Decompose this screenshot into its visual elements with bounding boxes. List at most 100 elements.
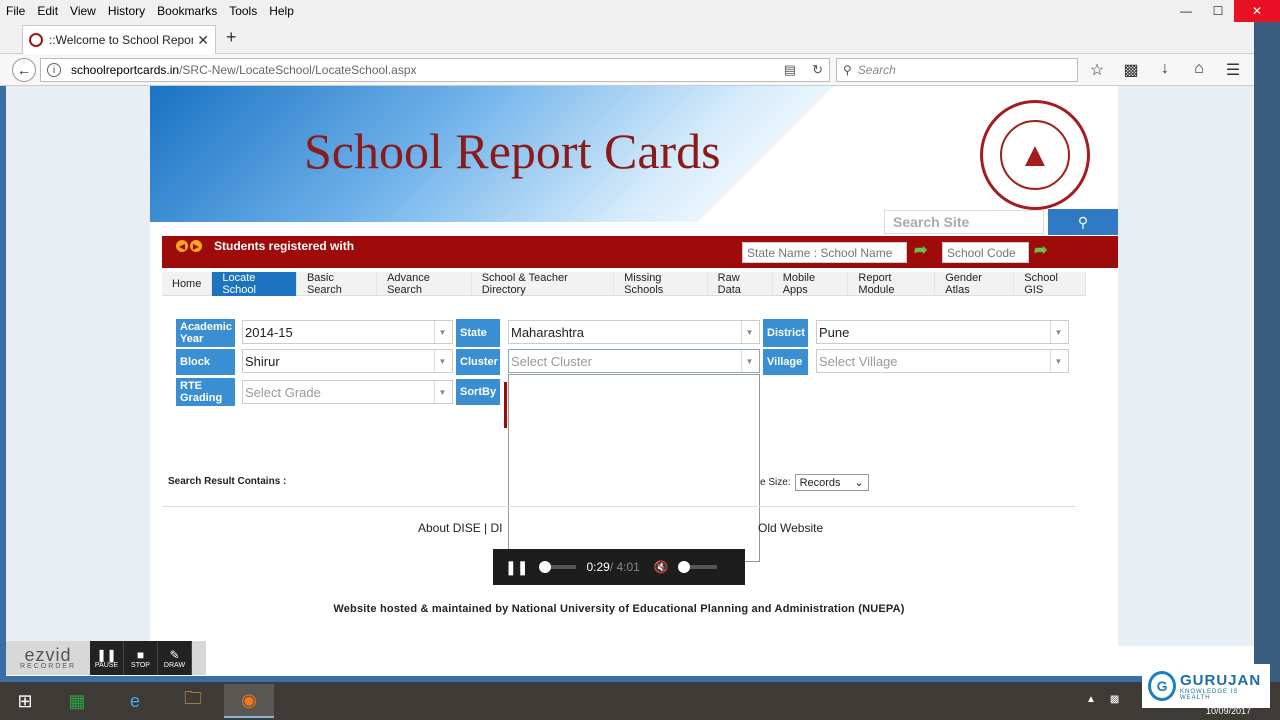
store-icon[interactable]: ▦ — [52, 684, 102, 718]
nav-home[interactable]: Home — [162, 272, 213, 296]
network-icon[interactable]: ▩ — [1110, 694, 1119, 705]
chevron-down-icon: ▼ — [741, 321, 757, 343]
sortby-label: SortBy — [456, 379, 500, 405]
academic-year-select[interactable]: 2014-15 ▼ — [242, 320, 453, 344]
menu-view[interactable]: View — [64, 4, 102, 18]
browser-search-input[interactable]: ⚲ Search — [836, 58, 1078, 82]
library-icon[interactable]: ▩ — [1122, 60, 1140, 80]
tab-bar: ::Welcome to School Report ✕ — [0, 22, 1280, 54]
minimize-icon[interactable]: — — [1170, 0, 1202, 22]
bookmark-star-icon[interactable]: ☆ — [1088, 60, 1106, 80]
mute-icon[interactable]: 🔇 — [654, 560, 669, 574]
cluster-select[interactable]: Select Cluster ▼ — [508, 349, 760, 373]
state-select[interactable]: Maharashtra ▼ — [508, 320, 760, 344]
volume-slider[interactable] — [677, 561, 717, 573]
cluster-dropdown-list[interactable] — [508, 374, 760, 562]
header-banner: School Report Cards ▲ — [150, 86, 1118, 222]
search-button-edge[interactable] — [504, 382, 507, 428]
footer-links[interactable]: About DISE | DI — [418, 521, 503, 535]
district-label: District — [763, 319, 808, 347]
tray-arrow-icon[interactable]: ▲ — [1086, 694, 1096, 705]
site-search-input[interactable]: Search Site — [884, 210, 1044, 234]
new-tab-icon[interactable]: + — [226, 27, 237, 48]
page-size-select[interactable]: Records ⌄ — [794, 474, 869, 491]
block-select[interactable]: Shirur ▼ — [242, 349, 453, 373]
back-icon[interactable]: ← — [12, 58, 36, 82]
close-tab-icon[interactable]: ✕ — [197, 32, 209, 49]
school-code-input[interactable] — [942, 242, 1029, 263]
window-controls: — ☐ ✕ — [1170, 0, 1280, 22]
marquee-text: Students registered with — [214, 239, 355, 253]
nav-school-gis[interactable]: School GIS — [1014, 272, 1087, 296]
chevron-down-icon: ▼ — [434, 350, 450, 372]
web-page: School Report Cards ▲ Search Site ⚲ ◀ ▶ … — [6, 86, 1254, 676]
chevron-down-icon: ▼ — [1050, 321, 1066, 343]
taskbar: ⊞ ▦ e 🗀 ◉ ▲ ▩ 10/09/2017 — [0, 682, 1280, 720]
firefox-icon[interactable]: ◉ — [224, 684, 274, 718]
pause-icon[interactable]: ❚❚ — [505, 559, 528, 576]
ezvid-pause-button[interactable]: ❚❚ PAUSE — [90, 641, 124, 675]
old-website-link[interactable]: Old Website — [758, 521, 823, 535]
reload-icon[interactable]: ↻ — [812, 62, 823, 78]
menu-file[interactable]: File — [0, 4, 31, 18]
nav-gender-atlas[interactable]: Gender Atlas — [935, 272, 1015, 296]
academic-year-label: Academic Year — [176, 319, 235, 347]
rte-grading-label: RTE Grading — [176, 378, 235, 406]
gurujan-watermark: G GURUJAN KNOWLEDGE IS WEALTH — [1142, 664, 1270, 708]
chevron-down-icon: ▼ — [434, 381, 450, 403]
nav-raw-data[interactable]: Raw Data — [708, 272, 773, 296]
file-explorer-icon[interactable]: 🗀 — [168, 684, 218, 718]
state-school-input[interactable] — [742, 242, 907, 263]
block-label: Block — [176, 349, 235, 375]
close-window-icon[interactable]: ✕ — [1234, 0, 1280, 22]
menu-bookmarks[interactable]: Bookmarks — [151, 4, 223, 18]
reader-view-icon[interactable]: ▤ — [784, 62, 796, 78]
nav-mobile-apps[interactable]: Mobile Apps — [773, 272, 849, 296]
url-host: schoolreportcards.in — [71, 63, 180, 77]
divider — [162, 506, 1076, 507]
maximize-icon[interactable]: ☐ — [1202, 0, 1234, 22]
volume-handle[interactable] — [677, 561, 690, 573]
menu-tools[interactable]: Tools — [223, 4, 263, 18]
nav-report-module[interactable]: Report Module — [848, 272, 936, 296]
ezvid-logo: ezvid RECORDER — [19, 644, 77, 670]
rte-grading-select[interactable]: Select Grade ▼ — [242, 380, 453, 404]
system-tray: ▲ ▩ — [1086, 694, 1119, 705]
home-icon[interactable]: ⌂ — [1190, 60, 1208, 80]
progress-handle[interactable] — [538, 561, 551, 573]
info-icon[interactable]: i — [47, 63, 61, 77]
village-select[interactable]: Select Village ▼ — [816, 349, 1069, 373]
nav-basic-search[interactable]: Basic Search — [297, 272, 378, 296]
nav-missing-schools[interactable]: Missing Schools — [614, 272, 708, 296]
ezvid-stop-button[interactable]: ■ STOP — [124, 641, 158, 675]
district-select[interactable]: Pune ▼ — [816, 320, 1069, 344]
ezvid-draw-button[interactable]: ✎ DRAW — [158, 641, 192, 675]
nav-directory[interactable]: School & Teacher Directory — [472, 272, 615, 296]
menu-bar: File Edit View History Bookmarks Tools H… — [0, 0, 1280, 22]
menu-help[interactable]: Help — [263, 4, 300, 18]
chevron-down-icon: ▼ — [434, 321, 450, 343]
search-icon: ⚲ — [1077, 213, 1089, 230]
hamburger-menu-icon[interactable]: ☰ — [1224, 60, 1242, 80]
menu-edit[interactable]: Edit — [31, 4, 64, 18]
desktop-background — [1254, 22, 1280, 682]
browser-tab[interactable]: ::Welcome to School Report ✕ — [22, 25, 216, 54]
address-bar[interactable]: i schoolreportcards.in/SRC-New/LocateSch… — [40, 58, 830, 82]
tab-title: ::Welcome to School Report — [49, 33, 194, 47]
internet-explorer-icon[interactable]: e — [110, 684, 160, 718]
site-search-button[interactable]: ⚲ — [1048, 209, 1118, 235]
go-arrow-icon[interactable]: ➦ — [914, 240, 927, 260]
stop-icon: ■ — [136, 647, 145, 662]
nav-advance-search[interactable]: Advance Search — [377, 272, 472, 296]
nuepa-logo: ▲ — [980, 100, 1090, 210]
windows-start-icon[interactable]: ⊞ — [0, 684, 50, 718]
hosted-by-text: Website hosted & maintained by National … — [333, 603, 905, 615]
download-icon[interactable]: ↓ — [1156, 60, 1174, 80]
video-progress[interactable] — [538, 561, 577, 573]
go-arrow-icon[interactable]: ➦ — [1034, 240, 1047, 260]
next-icon[interactable]: ▶ — [190, 240, 202, 252]
video-duration: / 4:01 — [609, 560, 640, 574]
menu-history[interactable]: History — [102, 4, 151, 18]
prev-icon[interactable]: ◀ — [176, 240, 188, 252]
nav-locate-school[interactable]: Locate School — [212, 272, 297, 296]
